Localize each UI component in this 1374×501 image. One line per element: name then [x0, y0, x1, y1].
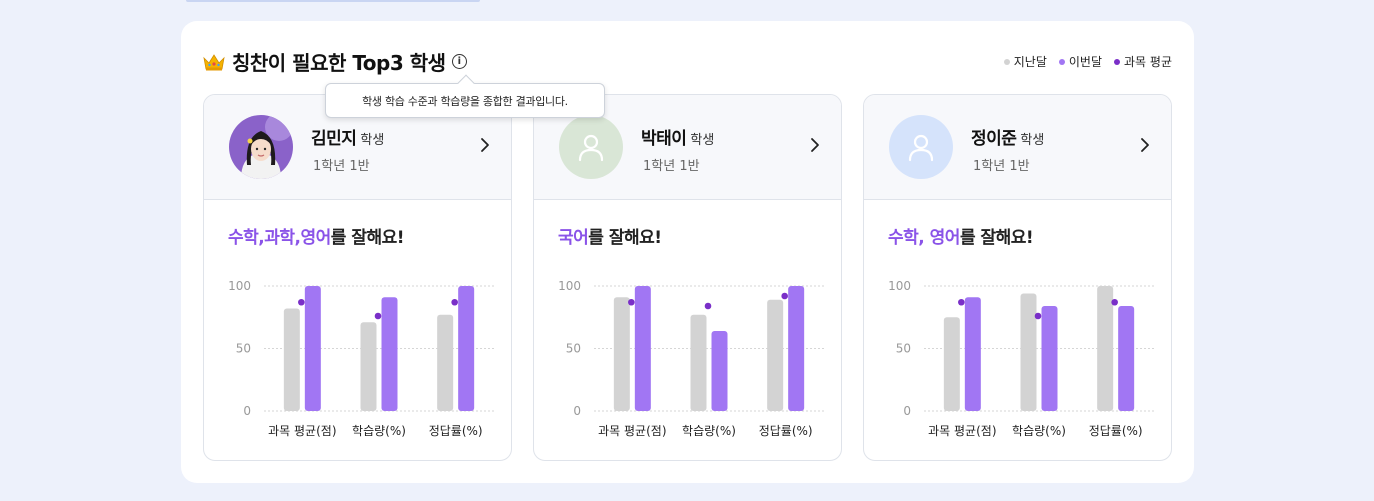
student-card-2[interactable]: 박태이 학생 1학년 1반 국어 를 잘해요! 0 50 100 과목 평균(점) 학습…	[533, 94, 842, 461]
point-subject-average	[958, 298, 965, 306]
student-chart-1: 0 50 100 과목 평균(점) 학습량(%) 정답률(%)	[228, 279, 494, 438]
y-tick-label: 0	[243, 404, 251, 418]
bar-this-month	[964, 297, 981, 411]
student-card-1[interactable]: 김민지 학생 1학년 1반 수학,과학,영어 를 잘해요! 0 50 100 과목 평…	[203, 94, 512, 461]
praise-text: 수학, 영어 를 잘해요!	[888, 223, 1034, 248]
student-class: 1학년 1반	[313, 159, 370, 174]
praise-rest: 를 잘해요!	[959, 228, 1034, 248]
bar-last-month	[943, 317, 960, 411]
student-class: 1학년 1반	[643, 159, 700, 174]
legend-label-this-month: 이번달	[1068, 55, 1103, 69]
bar-this-month	[634, 286, 651, 411]
point-subject-average	[1111, 298, 1118, 306]
y-tick-label: 100	[228, 279, 251, 293]
praise-rest: 를 잘해요!	[588, 228, 662, 248]
crown-icon	[203, 53, 225, 70]
legend-label-subject-average: 과목 평균	[1124, 55, 1172, 69]
student-card-header[interactable]: 정이준 학생 1학년 1반	[864, 95, 1171, 200]
bar-this-month	[304, 286, 321, 411]
student-name: 정이준	[971, 129, 1017, 149]
praise-subjects: 수학, 영어	[888, 228, 960, 248]
praise-subjects: 수학,과학,영어	[228, 228, 331, 248]
info-tooltip: 학생 학습 수준과 학습량을 종합한 결과입니다.	[325, 83, 605, 118]
legend-dot-this-month	[1058, 58, 1065, 65]
point-subject-average	[1034, 312, 1042, 320]
student-name: 김민지	[311, 129, 357, 149]
bar-last-month	[1097, 286, 1114, 411]
bar-this-month	[381, 297, 398, 411]
bar-this-month	[711, 331, 728, 411]
bar-this-month	[1041, 306, 1058, 411]
student-chart-2: 0 50 100 과목 평균(점) 학습량(%) 정답률(%)	[558, 279, 824, 438]
student-name: 박태이	[641, 129, 687, 149]
praise-text: 수학,과학,영어 를 잘해요!	[228, 223, 405, 248]
y-tick-label: 100	[888, 279, 911, 293]
chevron-right-icon[interactable]	[809, 135, 821, 155]
y-tick-label: 50	[566, 342, 581, 356]
legend-dot-last-month	[1003, 58, 1010, 65]
panel-title-text: 칭찬이 필요한 Top3 학생	[232, 51, 446, 75]
chevron-right-icon[interactable]	[479, 135, 491, 155]
legend-item-last-month: 지난달	[1003, 53, 1047, 70]
point-subject-average	[374, 312, 382, 320]
student-chart-3: 0 50 100 과목 평균(점) 학습량(%) 정답률(%)	[888, 279, 1154, 438]
x-category-label: 정답률(%)	[429, 424, 483, 438]
x-category-label: 과목 평균(점)	[928, 424, 996, 438]
praise-rest: 를 잘해요!	[330, 228, 405, 248]
point-subject-average	[704, 302, 712, 310]
bar-this-month	[458, 286, 475, 411]
x-category-label: 학습량(%)	[352, 424, 406, 438]
legend-dot-subject-average	[1114, 58, 1121, 65]
praise-subjects: 국어	[558, 228, 589, 248]
top-strip	[186, 0, 480, 2]
student-class: 1학년 1반	[973, 159, 1030, 174]
bar-last-month	[1020, 293, 1037, 411]
point-subject-average	[628, 298, 635, 306]
y-tick-label: 0	[573, 404, 581, 418]
student-card-3[interactable]: 정이준 학생 1학년 1반 수학, 영어 를 잘해요! 0 50 100 과목 평균(…	[863, 94, 1172, 461]
y-tick-label: 50	[236, 342, 251, 356]
avatar	[229, 115, 293, 179]
student-suffix: 학생	[1020, 133, 1045, 148]
chart-legend: 지난달 이번달 과목 평균	[1003, 53, 1172, 70]
bar-last-month	[437, 314, 454, 411]
student-info: 김민지 학생 1학년 1반	[311, 124, 384, 174]
avatar	[889, 115, 953, 179]
bar-last-month	[360, 322, 377, 411]
student-info: 정이준 학생 1학년 1반	[971, 124, 1044, 174]
x-category-label: 과목 평균(점)	[598, 424, 666, 438]
student-photo	[229, 115, 293, 179]
x-category-label: 정답률(%)	[759, 424, 813, 438]
x-category-label: 학습량(%)	[1012, 424, 1066, 438]
y-tick-label: 50	[896, 342, 911, 356]
point-subject-average	[298, 298, 305, 306]
bar-last-month	[690, 314, 707, 411]
panel-title: 칭찬이 필요한 Top3 학생 i	[202, 47, 467, 76]
bar-this-month	[1118, 306, 1135, 411]
x-category-label: 학습량(%)	[682, 424, 736, 438]
y-tick-label: 0	[903, 404, 911, 418]
praise-text: 국어 를 잘해요!	[558, 223, 662, 248]
bar-last-month	[613, 297, 630, 411]
legend-label-last-month: 지난달	[1013, 55, 1047, 69]
avatar	[559, 115, 623, 179]
x-category-label: 정답률(%)	[1089, 424, 1143, 438]
student-suffix: 학생	[690, 133, 715, 148]
chevron-right-icon[interactable]	[1139, 135, 1151, 155]
user-icon	[908, 134, 934, 162]
y-tick-label: 100	[558, 279, 581, 293]
legend-item-this-month: 이번달	[1058, 53, 1103, 70]
student-info: 박태이 학생 1학년 1반	[641, 124, 714, 174]
student-suffix: 학생	[360, 133, 385, 148]
x-category-label: 과목 평균(점)	[268, 424, 336, 438]
user-icon	[578, 134, 604, 162]
info-icon[interactable]: i	[451, 54, 467, 69]
point-subject-average	[451, 298, 458, 306]
point-subject-average	[781, 292, 788, 300]
bar-last-month	[283, 308, 300, 411]
legend-item-subject-average: 과목 평균	[1114, 53, 1172, 70]
bar-this-month	[788, 286, 805, 411]
bar-last-month	[767, 299, 784, 411]
